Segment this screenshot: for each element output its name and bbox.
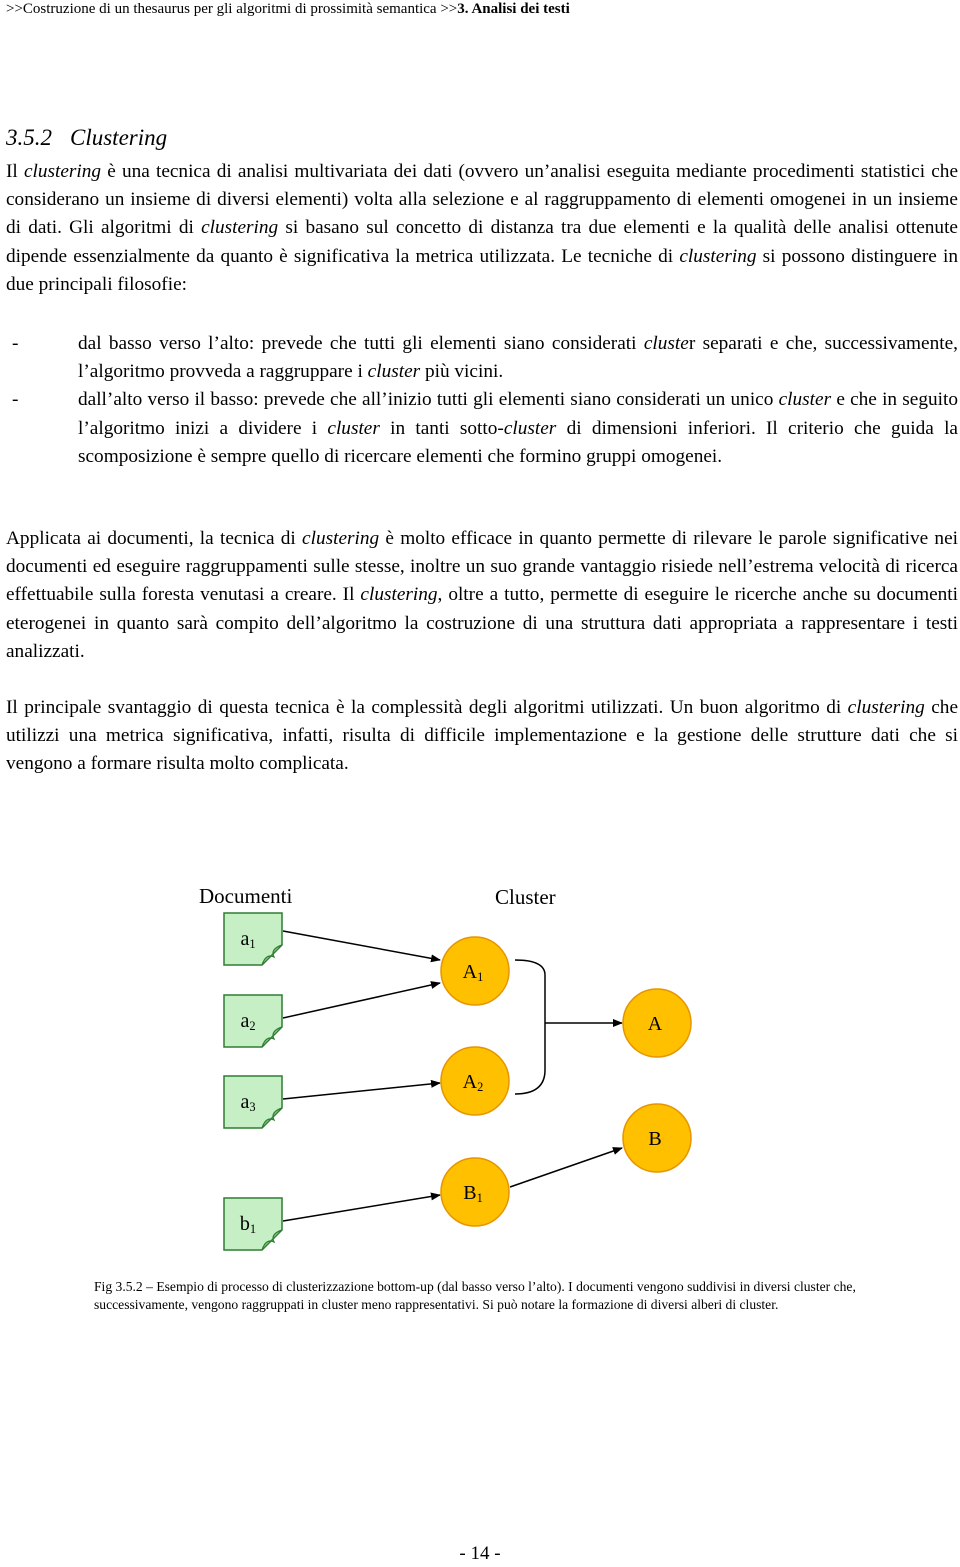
text: Applicata ai documenti, la tecnica di [6,528,303,549]
text: Il [6,161,24,182]
documents: a1 a2 a3 b1 [223,912,283,1251]
edge-a3-A2 [282,1079,441,1100]
term-clustering: clustering [679,245,757,267]
term-cluster: cluste [643,333,689,354]
philosophies-list: - dal basso verso l’alto: prevede che tu… [6,330,958,471]
term-cluster: cluster [503,417,557,439]
paragraph-application: Applicata ai documenti, la tecnica di cl… [6,525,958,666]
clustering-diagram: Documenti Cluster a1 a2 a3 b1 A1 A2 B1 A B [199,884,692,1251]
cluster-nodes: A1 A2 B1 A B [440,936,692,1227]
document-node: a3 [223,1075,283,1129]
section-number: 3.5.2 [6,125,52,150]
cluster-label: A [648,1013,663,1035]
term-cluster: cluster [367,361,421,383]
section-title: Clustering [70,125,168,150]
cluster-node: A [622,988,692,1058]
paragraph-intro: Il clustering è una tecnica di analisi m… [6,158,958,299]
term-clustering: clustering [201,217,279,239]
text: dall’alto verso il basso: prevede che al… [78,389,779,411]
clusters-label: Cluster [495,885,556,909]
cluster-label: B [648,1128,661,1150]
text: in tanti sotto- [379,417,504,439]
text: dal basso verso l’alto: prevede che tutt… [78,333,644,354]
list-item: - dall’alto verso il basso: prevede che … [6,386,958,471]
bullet-dash: - [12,389,19,411]
text: più vicini. [420,361,504,383]
term-cluster: cluster [327,417,380,439]
page-number: - 14 - [459,1543,501,1564]
subcluster-node: A1 [440,936,510,1006]
edge-a1-A1 [282,930,441,963]
edge-a2-A1 [282,981,441,1019]
text: Il principale svantaggio di questa tecni… [6,697,848,718]
bullet-dash: - [12,333,19,354]
term-clustering: clustering [847,697,925,718]
merge-bracket [514,959,546,1095]
figure-caption: Fig 3.5.2 – Esempio di processo di clust… [94,1279,856,1312]
term-cluster: cluster [778,389,832,411]
paragraph-disadvantage: Il principale svantaggio di questa tecni… [6,694,958,779]
documents-label: Documenti [199,884,292,908]
term-clustering: clustering [360,584,438,606]
section-heading: 3.5.2 Clustering [6,124,167,152]
document-node: b1 [223,1197,283,1251]
list-item: - dal basso verso l’alto: prevede che tu… [6,330,958,386]
running-header: >>Costruzione di un thesaurus per gli al… [6,0,570,18]
edge-B1-B [509,1147,623,1188]
edge-b1-B1 [282,1192,441,1222]
subcluster-node: B1 [440,1157,510,1227]
cluster-node: B [622,1103,692,1173]
document-node: a2 [223,994,283,1048]
term-clustering: clustering [302,528,380,549]
header-section: 3. Analisi dei testi [457,1,570,17]
subcluster-node: A2 [440,1046,510,1116]
header-breadcrumb: >>Costruzione di un thesaurus per gli al… [6,1,458,17]
term-clustering: clustering [23,161,102,182]
document-node: a1 [223,912,283,966]
